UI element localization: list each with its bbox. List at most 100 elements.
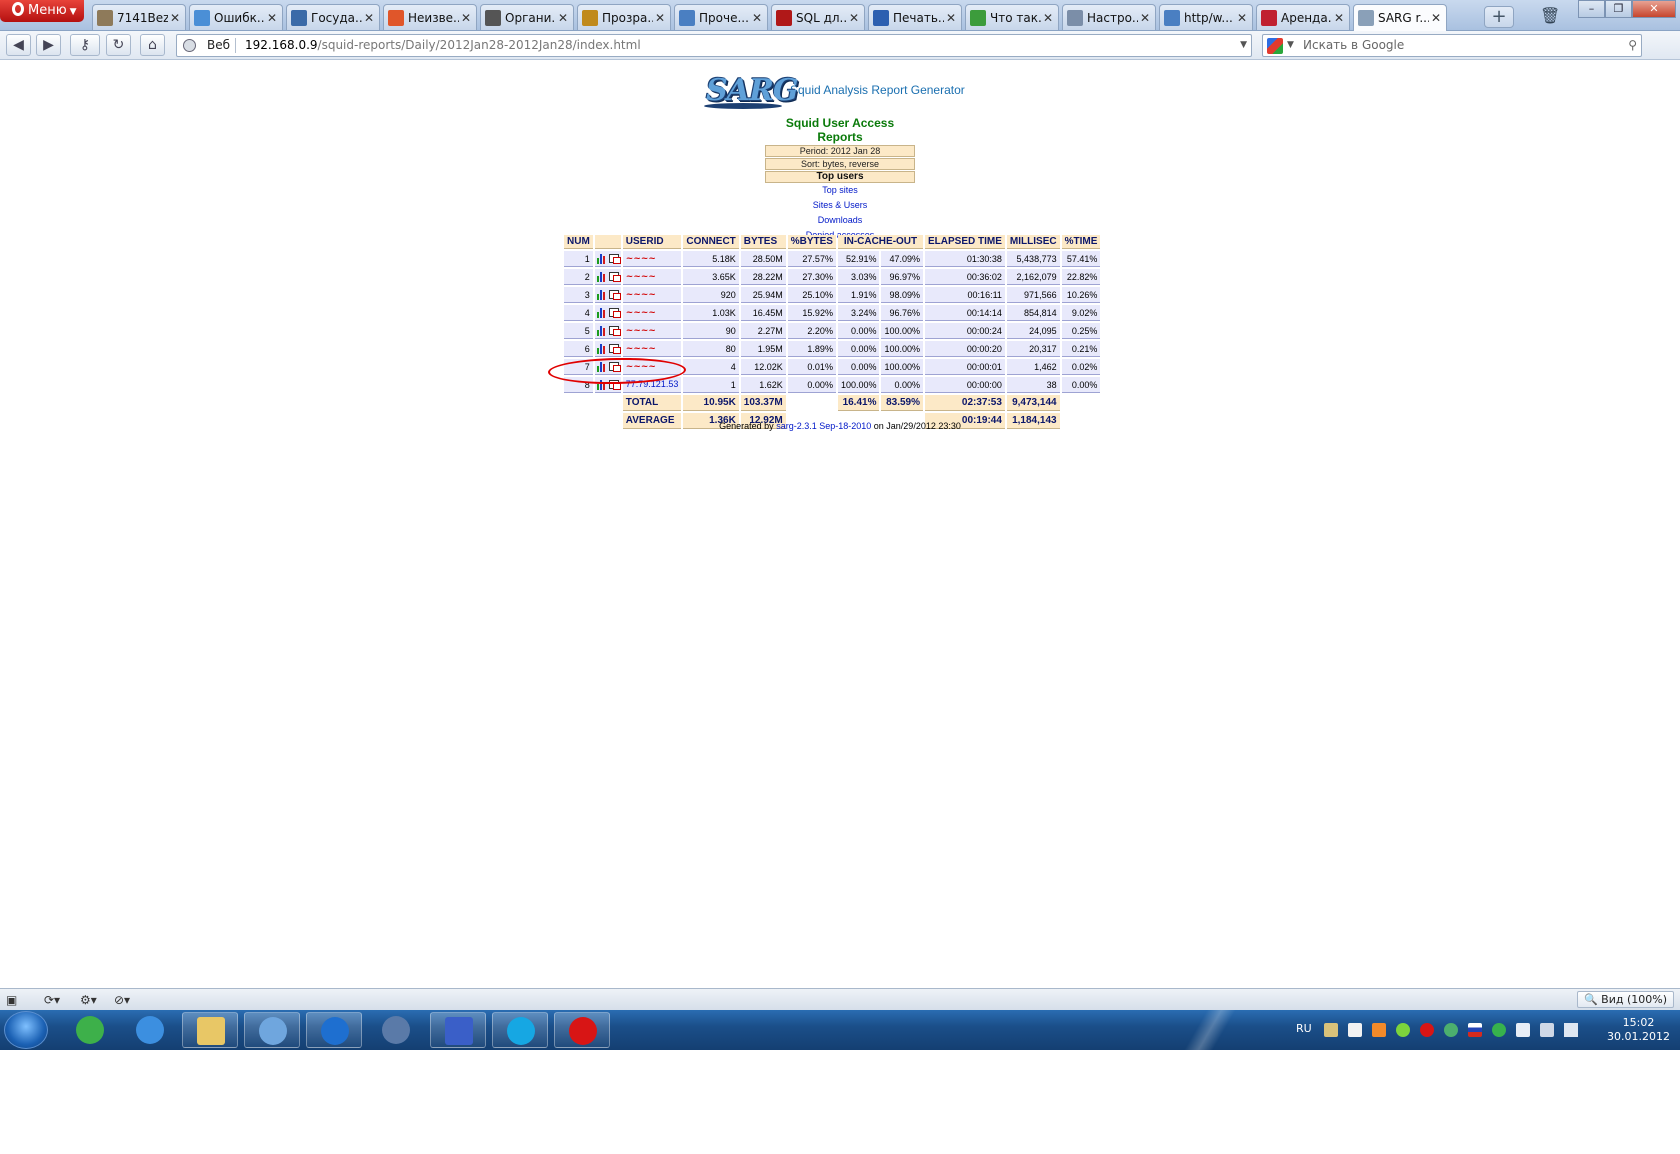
home-button[interactable]: ⌂ bbox=[140, 34, 165, 56]
sarg-version-link[interactable]: sarg-2.3.1 Sep-18-2010 bbox=[776, 421, 871, 431]
cell-userid[interactable]: ~~~~ bbox=[622, 305, 682, 321]
address-bar[interactable]: Веб 192.168.0.9/squid-reports/Daily/2012… bbox=[176, 34, 1252, 57]
taskbar-app-opera[interactable] bbox=[554, 1012, 610, 1048]
taskbar-app-explorer[interactable] bbox=[182, 1012, 238, 1048]
graph-icon[interactable] bbox=[596, 253, 607, 264]
taskbar-app-teamviewer[interactable] bbox=[306, 1012, 362, 1048]
maximize-button[interactable]: ❐ bbox=[1605, 0, 1632, 18]
browser-tab[interactable]: Аренда...✕ bbox=[1256, 4, 1350, 30]
tray-app-icon[interactable] bbox=[1324, 1023, 1338, 1037]
link-sites-users[interactable]: Sites & Users bbox=[740, 198, 940, 213]
browser-tab[interactable]: Неизве... ✕ bbox=[383, 4, 477, 30]
chevron-down-icon[interactable]: ▼ bbox=[1287, 35, 1294, 56]
datetime-report-icon[interactable] bbox=[608, 344, 621, 355]
browser-tab[interactable]: Госуда... ✕ bbox=[286, 4, 380, 30]
new-tab-button[interactable]: + bbox=[1484, 6, 1514, 28]
clock[interactable]: 15:02 30.01.2012 bbox=[1607, 1016, 1670, 1044]
datetime-report-icon[interactable] bbox=[608, 290, 621, 301]
search-icon[interactable]: ⚲ bbox=[1628, 35, 1637, 56]
generated-prefix: Generated by bbox=[719, 421, 774, 431]
tab-favicon-icon bbox=[97, 9, 113, 26]
close-tab-icon[interactable]: ✕ bbox=[1041, 6, 1055, 30]
close-tab-icon[interactable]: ✕ bbox=[653, 6, 667, 30]
graph-icon[interactable] bbox=[596, 289, 607, 300]
taskbar-app-clover[interactable] bbox=[62, 1012, 118, 1048]
datetime-report-icon[interactable] bbox=[608, 326, 621, 337]
reload-button[interactable]: ↻ bbox=[106, 34, 131, 56]
browser-tab[interactable]: Печать... ✕ bbox=[868, 4, 962, 30]
datetime-report-icon[interactable] bbox=[608, 272, 621, 283]
datetime-report-icon[interactable] bbox=[608, 308, 621, 319]
browser-tab[interactable]: Прозра...✕ bbox=[577, 4, 671, 30]
taskbar-app-ie[interactable] bbox=[122, 1012, 178, 1048]
taskbar-app-thunderbird[interactable] bbox=[368, 1012, 424, 1048]
close-tab-icon[interactable]: ✕ bbox=[168, 6, 182, 30]
graph-icon[interactable] bbox=[596, 325, 607, 336]
start-button[interactable] bbox=[4, 1011, 48, 1049]
close-tab-icon[interactable]: ✕ bbox=[556, 6, 570, 30]
tray-app-icon[interactable] bbox=[1396, 1023, 1410, 1037]
close-tab-icon[interactable]: ✕ bbox=[1429, 6, 1443, 30]
graph-icon[interactable] bbox=[596, 307, 607, 318]
usb-icon[interactable] bbox=[1516, 1023, 1530, 1037]
russian-flag-icon[interactable] bbox=[1468, 1023, 1482, 1037]
turbo-icon[interactable]: ⊘▾ bbox=[114, 992, 130, 1008]
tray-app-icon[interactable] bbox=[1444, 1023, 1458, 1037]
forward-button[interactable]: ▶ bbox=[36, 34, 61, 56]
browser-tab[interactable]: Что так...✕ bbox=[965, 4, 1059, 30]
sarg-logo[interactable]: SARG bbox=[704, 69, 798, 111]
close-tab-icon[interactable]: ✕ bbox=[750, 6, 764, 30]
close-tab-icon[interactable]: ✕ bbox=[459, 6, 473, 30]
sync-icon[interactable]: ⟳▾ bbox=[44, 992, 60, 1008]
cell-userid[interactable]: ~~~~ bbox=[622, 341, 682, 357]
browser-tab[interactable]: 7141Bez...✕ bbox=[92, 4, 186, 30]
close-tab-icon[interactable]: ✕ bbox=[944, 6, 958, 30]
browser-tab[interactable]: Органи...✕ bbox=[480, 4, 574, 30]
cell-userid[interactable]: ~~~~ bbox=[622, 269, 682, 285]
close-tab-icon[interactable]: ✕ bbox=[1332, 6, 1346, 30]
opera-menu-button[interactable]: Меню ▼ bbox=[0, 0, 84, 22]
tray-app-icon[interactable] bbox=[1348, 1023, 1362, 1037]
google-icon[interactable] bbox=[1267, 38, 1283, 54]
datetime-report-icon[interactable] bbox=[608, 254, 621, 265]
tray-app-icon[interactable] bbox=[1372, 1023, 1386, 1037]
network-icon[interactable] bbox=[1540, 1023, 1554, 1037]
link-downloads[interactable]: Downloads bbox=[740, 213, 940, 228]
volume-icon[interactable] bbox=[1564, 1023, 1578, 1037]
close-tab-icon[interactable]: ✕ bbox=[847, 6, 861, 30]
graph-icon[interactable] bbox=[596, 271, 607, 282]
back-button[interactable]: ◀ bbox=[6, 34, 31, 56]
close-tab-icon[interactable]: ✕ bbox=[265, 6, 279, 30]
taskbar-app-skype[interactable] bbox=[492, 1012, 548, 1048]
browser-tab[interactable]: Настро... ✕ bbox=[1062, 4, 1156, 30]
cell-userid[interactable]: ~~~~ bbox=[622, 251, 682, 267]
close-tab-icon[interactable]: ✕ bbox=[1138, 6, 1152, 30]
tray-app-icon[interactable] bbox=[1492, 1023, 1506, 1037]
unite-icon[interactable]: ⚙▾ bbox=[80, 992, 97, 1008]
taskbar-app-globe[interactable] bbox=[244, 1012, 300, 1048]
browser-tab[interactable]: Ошибк... ✕ bbox=[189, 4, 283, 30]
browser-tab[interactable]: SQL дл... ✕ bbox=[771, 4, 865, 30]
url-text[interactable]: 192.168.0.9/squid-reports/Daily/2012Jan2… bbox=[245, 35, 641, 56]
close-window-button[interactable]: ✕ bbox=[1632, 0, 1676, 18]
search-field[interactable]: ▼ Искать в Google ⚲ bbox=[1262, 34, 1642, 57]
minimize-button[interactable]: – bbox=[1578, 0, 1605, 18]
cell-userid[interactable]: ~~~~ bbox=[622, 323, 682, 339]
browser-tab[interactable]: Проче... ✕ bbox=[674, 4, 768, 30]
language-indicator[interactable]: RU bbox=[1296, 1022, 1312, 1035]
cell-userid[interactable]: ~~~~ bbox=[622, 287, 682, 303]
graph-icon[interactable] bbox=[596, 343, 607, 354]
panel-toggle-icon[interactable]: ▣ bbox=[6, 992, 17, 1008]
link-top-sites[interactable]: Top sites bbox=[740, 183, 940, 198]
taskbar-app-save[interactable] bbox=[430, 1012, 486, 1048]
browser-tab[interactable]: SARG r... ✕ bbox=[1353, 4, 1447, 31]
zoom-control[interactable]: 🔍 Вид (100%) bbox=[1576, 991, 1674, 1008]
trash-icon[interactable]: 🗑 bbox=[1540, 6, 1560, 26]
key-icon[interactable]: ⚷ bbox=[70, 34, 100, 56]
close-tab-icon[interactable]: ✕ bbox=[1235, 6, 1249, 30]
browser-tab[interactable]: http/w... ✕ bbox=[1159, 4, 1253, 30]
chevron-down-icon[interactable]: ▼ bbox=[1240, 35, 1247, 56]
cell-bytes: 28.50M bbox=[740, 251, 786, 267]
close-tab-icon[interactable]: ✕ bbox=[362, 6, 376, 30]
opera-tray-icon[interactable] bbox=[1420, 1023, 1434, 1037]
